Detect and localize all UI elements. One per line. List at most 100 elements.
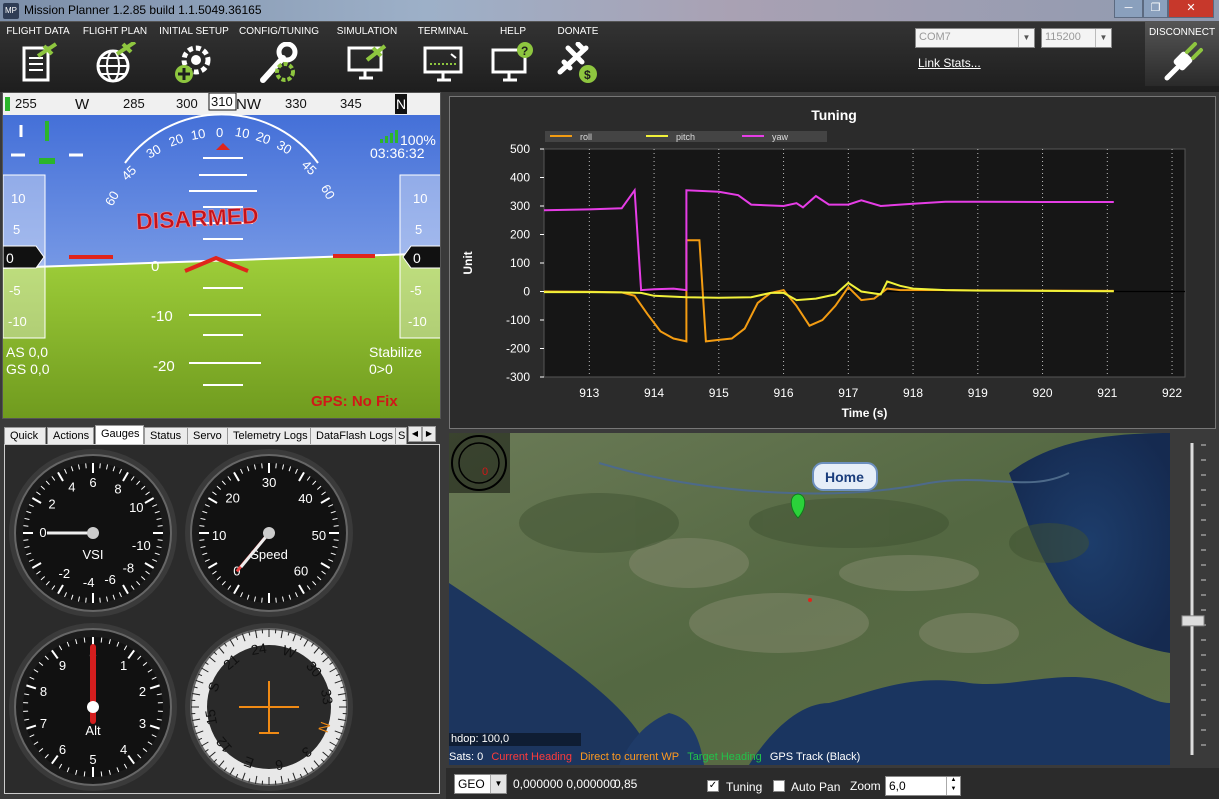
legend-target-heading: Target Heading [687, 751, 762, 763]
menu-flight-data[interactable]: FLIGHT DATA [4, 26, 72, 88]
menu-initial-setup[interactable]: INITIAL SETUP [158, 26, 230, 88]
compass-gauge: 3033N36E1215S2124 W [185, 623, 353, 791]
waypoint-status: 0>0 [369, 361, 393, 377]
heading-tick: 285 [123, 96, 145, 111]
com-port-select[interactable]: COM7 ▼ [915, 28, 1035, 48]
zoom-up-icon[interactable]: ▲ [946, 777, 960, 786]
pitch-ladder-label: -10 [151, 308, 173, 325]
menu-label: HELP [499, 26, 527, 37]
alt-tick-label: 7 [40, 716, 47, 731]
disconnect-button[interactable]: DISCONNECT [1145, 22, 1219, 86]
alt-tick-label: 5 [89, 752, 96, 767]
altitude-tick: -5 [410, 283, 422, 298]
x-axis-label: Time (s) [842, 406, 888, 420]
y-tick-label: 100 [510, 256, 530, 270]
flight-plan-icon [96, 42, 137, 83]
map-view[interactable]: 0 Home [449, 433, 1170, 765]
alt-tick-label: 4 [120, 742, 127, 757]
flight-data-tabs: Quick Actions Gauges Status Servo Teleme… [4, 425, 441, 445]
main-menu: FLIGHT DATA FLIGHT PLAN INITIAL SETUP CO… [0, 22, 1219, 92]
hud-display: 255 W 285 300 NW 330 345 N 310 60 45 30 … [2, 92, 441, 419]
close-button[interactable]: ✕ [1168, 0, 1214, 18]
vsi-tick-label: 10 [129, 500, 143, 515]
chevron-left-icon[interactable]: ◀ [408, 426, 422, 442]
map-zoom-slider[interactable] [1175, 433, 1219, 765]
tuning-chart-panel: Tuning 913 914 915 916 917 918 919 920 921 922 500 4… [449, 96, 1216, 429]
tab-status[interactable]: Status [144, 427, 188, 445]
minimize-button[interactable]: ─ [1114, 0, 1143, 18]
altitude-tick: 10 [413, 191, 427, 206]
legend-current-heading: Current Heading [491, 751, 573, 763]
x-tick-label: 922 [1162, 386, 1182, 400]
heading-indicator-value: 0 [482, 466, 488, 478]
heading-tick: W [75, 96, 90, 113]
speed-tick-label: 30 [262, 475, 276, 490]
autopan-checkbox[interactable] [773, 780, 785, 792]
link-stats-link[interactable]: Link Stats... [918, 56, 981, 70]
compass-tick-label: 24 [250, 640, 268, 658]
zoom-input[interactable]: 6,0 ▲ ▼ [885, 776, 961, 796]
vehicle-marker[interactable] [808, 598, 812, 602]
vsi-tick-label: -4 [83, 575, 95, 590]
tuning-checkbox[interactable]: ✓ [707, 780, 719, 792]
alt-tick-label: 2 [139, 684, 146, 699]
altitude-tick: -10 [408, 314, 427, 329]
legend-entry: roll [580, 132, 592, 142]
airspeed-tick: 10 [11, 191, 25, 206]
x-tick-label: 914 [644, 386, 664, 400]
tuning-label: Tuning [726, 780, 763, 794]
speed-gauge: 0102030405060Speed [185, 449, 353, 617]
map-legend: Sats: 0 Current Heading Direct to curren… [449, 750, 1170, 765]
menu-help[interactable]: HELP ? [488, 26, 538, 88]
legend-gps-track: GPS Track (Black) [769, 751, 861, 763]
pitch-ladder-label: -20 [153, 358, 175, 375]
tab-dataflash-logs[interactable]: DataFlash Logs [310, 427, 396, 445]
menu-flight-plan[interactable]: FLIGHT PLAN [80, 26, 150, 88]
menu-label: FLIGHT PLAN [82, 26, 148, 37]
maximize-button[interactable]: ❐ [1143, 0, 1168, 18]
menu-label: TERMINAL [417, 26, 469, 37]
x-tick-label: 919 [968, 386, 988, 400]
tab-scripts[interactable]: S [395, 427, 407, 445]
y-tick-label: 200 [510, 228, 530, 242]
zoom-down-icon[interactable]: ▼ [946, 786, 960, 795]
tab-actions[interactable]: Actions [47, 427, 94, 445]
alt-tick-label: 9 [59, 658, 66, 673]
tab-quick[interactable]: Quick [4, 427, 46, 445]
heading-tick: 300 [176, 96, 198, 111]
y-axis-label: Unit [461, 251, 475, 274]
tab-telemetry-logs[interactable]: Telemetry Logs [227, 427, 311, 445]
menu-terminal[interactable]: TERMINAL [412, 26, 474, 88]
alt-tick-label: 8 [40, 684, 47, 699]
chevron-right-icon[interactable]: ▶ [422, 426, 436, 442]
y-tick-label: -100 [506, 313, 530, 327]
vsi-tick-label: 4 [68, 480, 75, 495]
menu-label: SIMULATION [336, 26, 398, 37]
vsi-tick-label: -2 [59, 566, 71, 581]
com-port-value: COM7 [919, 31, 951, 43]
map-value-readout: 0,85 [614, 777, 638, 791]
menu-simulation[interactable]: SIMULATION [334, 26, 400, 88]
vsi-tick-label: 0 [39, 525, 46, 540]
vsi-tick-label: -6 [104, 572, 116, 587]
heading-tick: 330 [285, 96, 307, 111]
y-tick-label: -200 [506, 342, 530, 356]
speed-tick-label: 10 [212, 528, 226, 543]
vsi-label: VSI [83, 547, 104, 562]
coord-system-select[interactable]: GEO ▼ [454, 774, 507, 794]
menu-donate[interactable]: DONATE $ [552, 26, 604, 88]
app-icon: MP [3, 3, 19, 19]
altitude-gauge: 0123456789Alt [9, 623, 177, 791]
menu-label: DONATE [557, 26, 599, 37]
legend-sats: Sats: 0 [449, 751, 484, 763]
x-tick-label: 915 [709, 386, 729, 400]
baud-rate-select[interactable]: 115200 ▼ [1041, 28, 1112, 48]
menu-config-tuning[interactable]: CONFIG/TUNING [238, 26, 320, 88]
tuning-chart: Tuning 913 914 915 916 917 918 919 920 921 922 500 4… [461, 107, 1186, 420]
tab-servo[interactable]: Servo [187, 427, 228, 445]
vsi-tick-label: 8 [114, 482, 121, 497]
menu-label: INITIAL SETUP [159, 26, 229, 37]
tab-gauges[interactable]: Gauges [95, 425, 144, 445]
zoom-label: Zoom [850, 779, 881, 793]
zoom-slider-thumb[interactable] [1181, 615, 1205, 627]
